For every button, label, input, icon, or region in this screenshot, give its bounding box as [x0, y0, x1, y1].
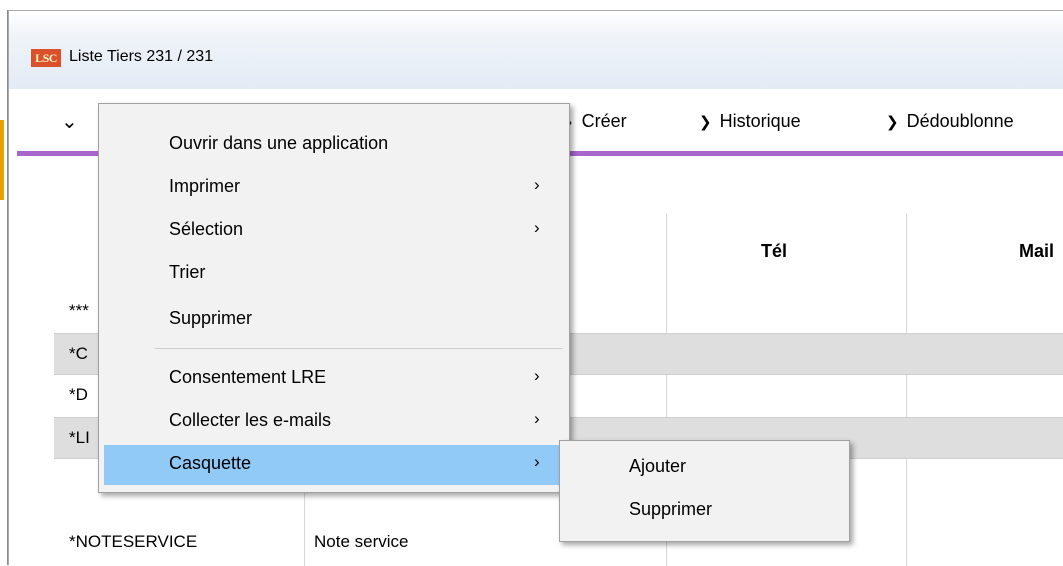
app-logo-icon: LSC: [31, 49, 61, 67]
column-header-tel[interactable]: Tél: [761, 241, 787, 262]
menu-item-print[interactable]: Imprimer ›: [104, 168, 564, 208]
chevron-right-icon: ❯: [699, 114, 712, 131]
background-window-accent: [0, 120, 4, 200]
menu-item-delete[interactable]: Supprimer: [104, 300, 564, 340]
menu-item-collect-emails[interactable]: Collecter les e-mails ›: [104, 402, 564, 442]
submenu-item-add[interactable]: Ajouter: [565, 448, 843, 488]
submenu-arrow-icon: ›: [534, 452, 540, 471]
submenu-arrow-icon: ›: [534, 366, 540, 385]
toolbar-create-button[interactable]: ❯Créer: [561, 111, 627, 132]
submenu-item-label: Ajouter: [629, 456, 687, 476]
menu-item-label: Ouvrir dans une application: [169, 133, 389, 153]
submenu-item-label: Supprimer: [629, 499, 713, 519]
row-name: Note service: [314, 532, 409, 551]
submenu-item-delete[interactable]: Supprimer: [565, 491, 843, 531]
submenu-arrow-icon: ›: [534, 175, 540, 194]
menu-item-open-in-app[interactable]: Ouvrir dans une application: [104, 125, 564, 165]
menu-item-label: Imprimer: [169, 176, 240, 196]
menu-separator: [155, 348, 563, 349]
menu-item-casquette[interactable]: Casquette ›: [104, 445, 564, 485]
toolbar-history-label: Historique: [719, 111, 801, 131]
window-title: Liste Tiers 231 / 231: [69, 48, 214, 65]
chevron-down-icon[interactable]: ⌄: [61, 109, 78, 134]
column-header-mail[interactable]: Mail: [1019, 241, 1054, 262]
submenu-arrow-icon: ›: [534, 218, 540, 237]
menu-item-label: Trier: [169, 262, 206, 282]
row-code: ***: [69, 301, 89, 320]
toolbar-history-button[interactable]: ❯ Historique: [699, 111, 801, 132]
menu-item-selection[interactable]: Sélection ›: [104, 211, 564, 251]
toolbar-dedupe-label: Dédoublonne: [906, 111, 1014, 131]
context-menu: Ouvrir dans une application Imprimer › S…: [98, 103, 570, 493]
row-code: *LI: [69, 428, 90, 447]
row-code: *NOTESERVICE: [69, 532, 198, 551]
menu-item-label: Casquette: [169, 453, 252, 473]
menu-item-label: Consentement LRE: [169, 367, 327, 387]
title-bar[interactable]: LSC Liste Tiers 231 / 231: [9, 11, 1063, 89]
row-code: *D: [69, 385, 88, 404]
menu-item-label: Collecter les e-mails: [169, 410, 332, 430]
menu-item-lre-consent[interactable]: Consentement LRE ›: [104, 359, 564, 399]
menu-item-sort[interactable]: Trier: [104, 254, 564, 294]
menu-item-label: Supprimer: [169, 308, 253, 328]
row-code: *C: [69, 344, 88, 363]
submenu-arrow-icon: ›: [534, 409, 540, 428]
toolbar-dedupe-button[interactable]: ❯ Dédoublonne: [886, 111, 1014, 132]
menu-item-label: Sélection: [169, 219, 244, 239]
casquette-submenu: Ajouter Supprimer: [559, 440, 850, 542]
toolbar-create-label: Créer: [581, 111, 627, 131]
chevron-right-icon: ❯: [886, 114, 899, 131]
